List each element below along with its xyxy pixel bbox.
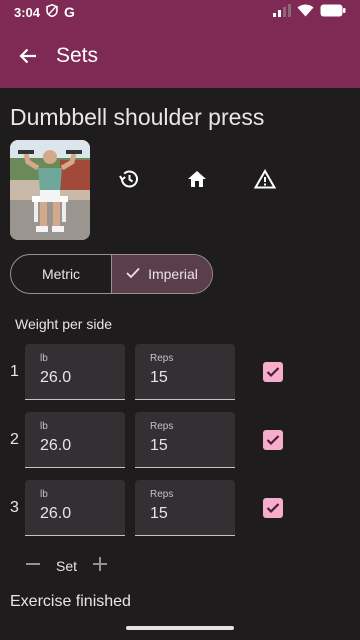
set-controls: Set bbox=[24, 554, 109, 578]
reps-field[interactable]: Reps 15 bbox=[135, 344, 235, 400]
battery-icon bbox=[320, 4, 346, 20]
weight-field-value: 26.0 bbox=[40, 505, 72, 522]
home-indicator[interactable] bbox=[126, 626, 234, 630]
imperial-label: Imperial bbox=[148, 266, 198, 282]
status-time: 3:04 bbox=[14, 4, 41, 20]
set-row: 2 lb 26.0 Reps 15 bbox=[0, 412, 360, 468]
google-g-icon: G bbox=[64, 4, 75, 20]
check-icon bbox=[126, 266, 140, 282]
history-icon[interactable] bbox=[116, 166, 142, 192]
app-bar: 3:04 G Sets bbox=[0, 0, 360, 88]
weight-field[interactable]: lb 26.0 bbox=[25, 480, 125, 536]
set-row: 1 lb 26.0 Reps 15 bbox=[0, 344, 360, 400]
warning-icon[interactable] bbox=[252, 166, 278, 192]
signal-icon bbox=[273, 4, 291, 20]
set-number: 3 bbox=[10, 499, 19, 516]
weight-field-label: lb bbox=[40, 421, 48, 432]
page-title: Sets bbox=[56, 44, 99, 67]
reps-field-label: Reps bbox=[150, 353, 174, 364]
weight-field-label: lb bbox=[40, 353, 48, 364]
unit-toggle: Metric Imperial bbox=[10, 254, 213, 294]
set-number: 2 bbox=[10, 431, 19, 448]
reps-field-value: 15 bbox=[150, 437, 168, 454]
reps-field[interactable]: Reps 15 bbox=[135, 480, 235, 536]
set-number: 1 bbox=[10, 363, 19, 380]
exercise-finished-button[interactable]: Exercise finished bbox=[10, 593, 131, 611]
weight-field-value: 26.0 bbox=[40, 437, 72, 454]
metric-label: Metric bbox=[41, 266, 81, 282]
arrow-back-icon[interactable] bbox=[0, 36, 56, 76]
weight-field-value: 26.0 bbox=[40, 369, 72, 386]
weight-field[interactable]: lb 26.0 bbox=[25, 412, 125, 468]
weight-per-side-label: Weight per side bbox=[15, 316, 113, 332]
set-done-checkbox[interactable] bbox=[263, 498, 283, 518]
reps-field-value: 15 bbox=[150, 505, 168, 522]
reps-field-label: Reps bbox=[150, 421, 174, 432]
set-done-checkbox[interactable] bbox=[263, 362, 283, 382]
wifi-icon bbox=[297, 4, 314, 20]
set-control-label: Set bbox=[56, 558, 78, 574]
weight-field[interactable]: lb 26.0 bbox=[25, 344, 125, 400]
toolbar: Sets bbox=[0, 36, 360, 76]
reps-field[interactable]: Reps 15 bbox=[135, 412, 235, 468]
shield-icon bbox=[46, 3, 58, 20]
metric-option[interactable]: Metric bbox=[11, 255, 112, 293]
add-set-icon[interactable] bbox=[91, 555, 109, 578]
imperial-option[interactable]: Imperial bbox=[112, 255, 212, 293]
home-icon[interactable] bbox=[184, 166, 210, 192]
reps-field-value: 15 bbox=[150, 369, 168, 386]
exercise-image[interactable] bbox=[10, 140, 90, 240]
exercise-title: Dumbbell shoulder press bbox=[10, 104, 265, 130]
reps-field-label: Reps bbox=[150, 489, 174, 500]
status-bar: 3:04 G bbox=[0, 0, 360, 24]
set-done-checkbox[interactable] bbox=[263, 430, 283, 450]
set-row: 3 lb 26.0 Reps 15 bbox=[0, 480, 360, 536]
remove-set-icon[interactable] bbox=[24, 555, 42, 578]
weight-field-label: lb bbox=[40, 489, 48, 500]
